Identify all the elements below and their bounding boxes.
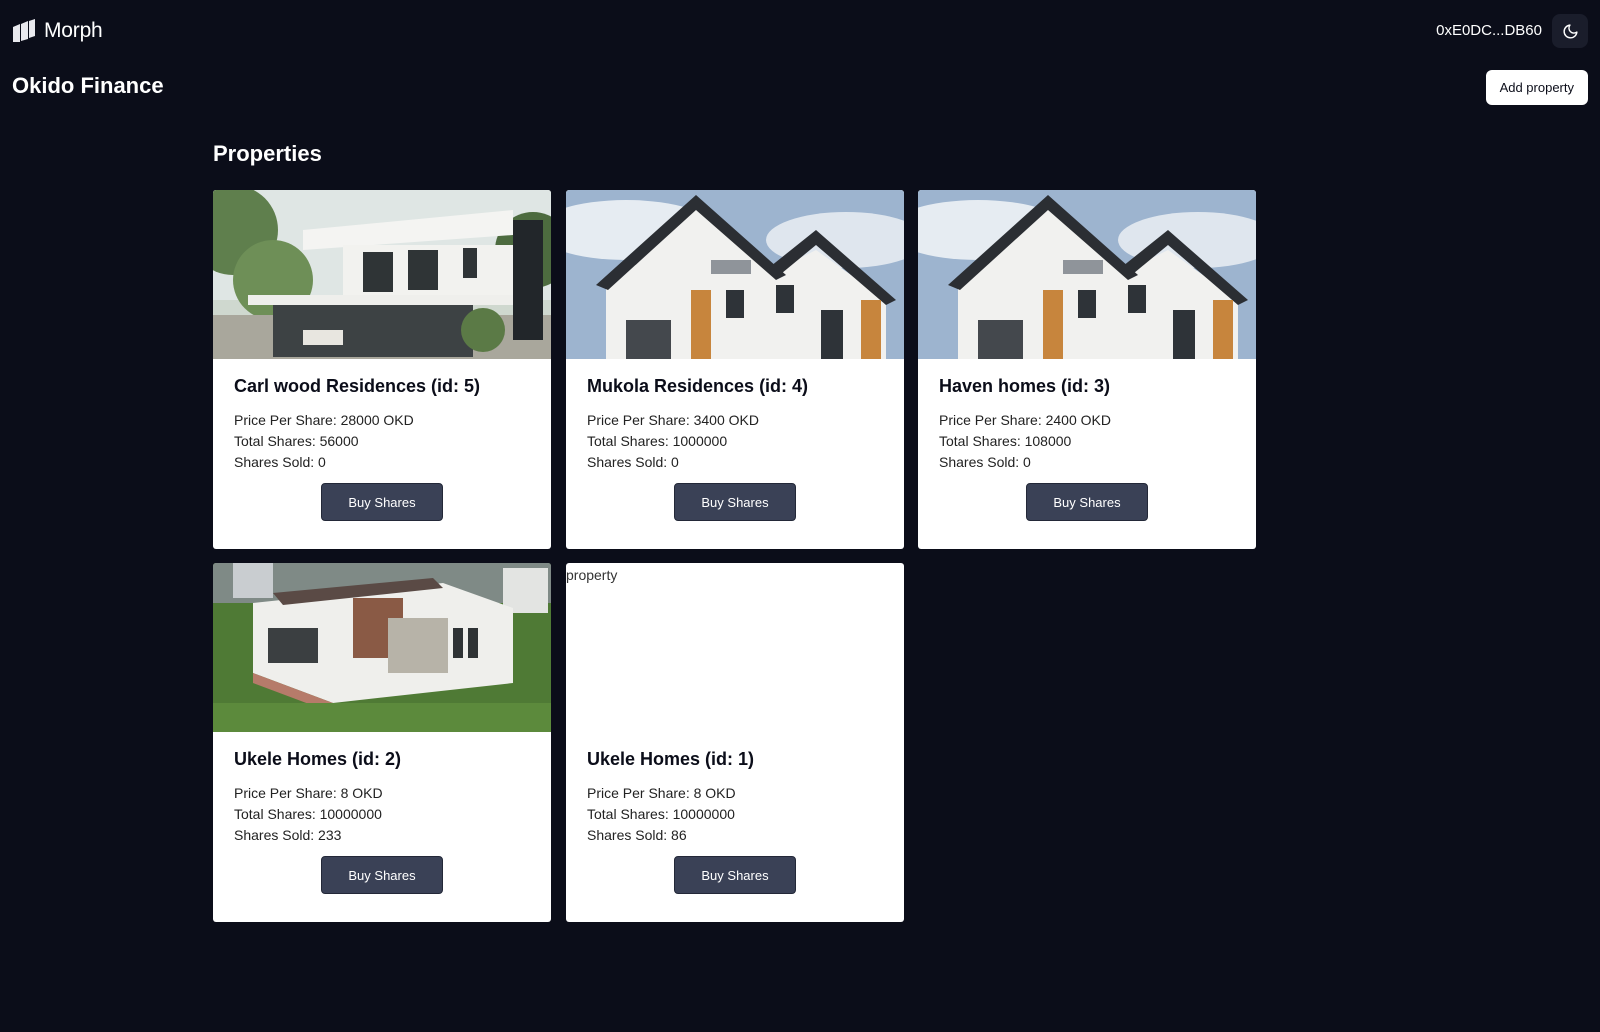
property-card: Mukola Residences (id: 4) Price Per Shar… [566,190,904,549]
wallet-address[interactable]: 0xE0DC...DB60 [1436,22,1542,39]
property-title: Ukele Homes (id: 2) [234,749,402,769]
broken-image-alt-text: property [566,567,618,583]
property-card: Carl wood Residences (id: 5) Price Per S… [213,190,551,549]
total-shares: Total Shares: 108000 [939,433,1072,449]
buy-shares-button[interactable]: Buy Shares [321,483,443,521]
total-shares: Total Shares: 10000000 [587,806,735,822]
moon-icon [1563,23,1578,38]
shares-sold: Shares Sold: 86 [587,827,687,843]
shares-sold: Shares Sold: 0 [234,454,326,470]
buy-shares-button[interactable]: Buy Shares [1026,483,1148,521]
property-image-broken: property [566,563,904,732]
property-card: Ukele Homes (id: 2) Price Per Share: 8 O… [213,563,551,922]
shares-sold: Shares Sold: 0 [587,454,679,470]
property-image [566,190,904,359]
price-per-share: Price Per Share: 8 OKD [234,785,383,801]
app-title: Okido Finance [12,73,164,98]
top-bar: Morph 0xE0DC...DB60 [0,0,1600,62]
add-property-button[interactable]: Add property [1485,70,1588,105]
property-title: Haven homes (id: 3) [939,376,1111,396]
property-image [213,190,551,359]
property-title: Carl wood Residences (id: 5) [234,376,481,396]
price-per-share: Price Per Share: 28000 OKD [234,412,414,428]
brand-logo[interactable]: Morph [12,19,103,43]
price-per-share: Price Per Share: 3400 OKD [587,412,759,428]
total-shares: Total Shares: 1000000 [587,433,728,449]
total-shares: Total Shares: 56000 [234,433,359,449]
properties-heading: Properties [213,141,322,166]
shares-sold: Shares Sold: 233 [234,827,342,843]
property-image [213,563,551,732]
property-image [918,190,1256,359]
morph-logo-icon [13,19,35,42]
total-shares: Total Shares: 10000000 [234,806,382,822]
property-title: Mukola Residences (id: 4) [587,376,809,396]
buy-shares-button[interactable]: Buy Shares [674,856,796,894]
price-per-share: Price Per Share: 8 OKD [587,785,736,801]
theme-toggle-button[interactable] [1552,14,1588,48]
buy-shares-button[interactable]: Buy Shares [321,856,443,894]
price-per-share: Price Per Share: 2400 OKD [939,412,1111,428]
property-card: property Ukele Homes (id: 1) Price Per S… [566,563,904,922]
property-card: Haven homes (id: 3) Price Per Share: 240… [918,190,1256,549]
brand-name: Morph [44,19,103,42]
buy-shares-button[interactable]: Buy Shares [674,483,796,521]
property-title: Ukele Homes (id: 1) [587,749,755,769]
shares-sold: Shares Sold: 0 [939,454,1031,470]
